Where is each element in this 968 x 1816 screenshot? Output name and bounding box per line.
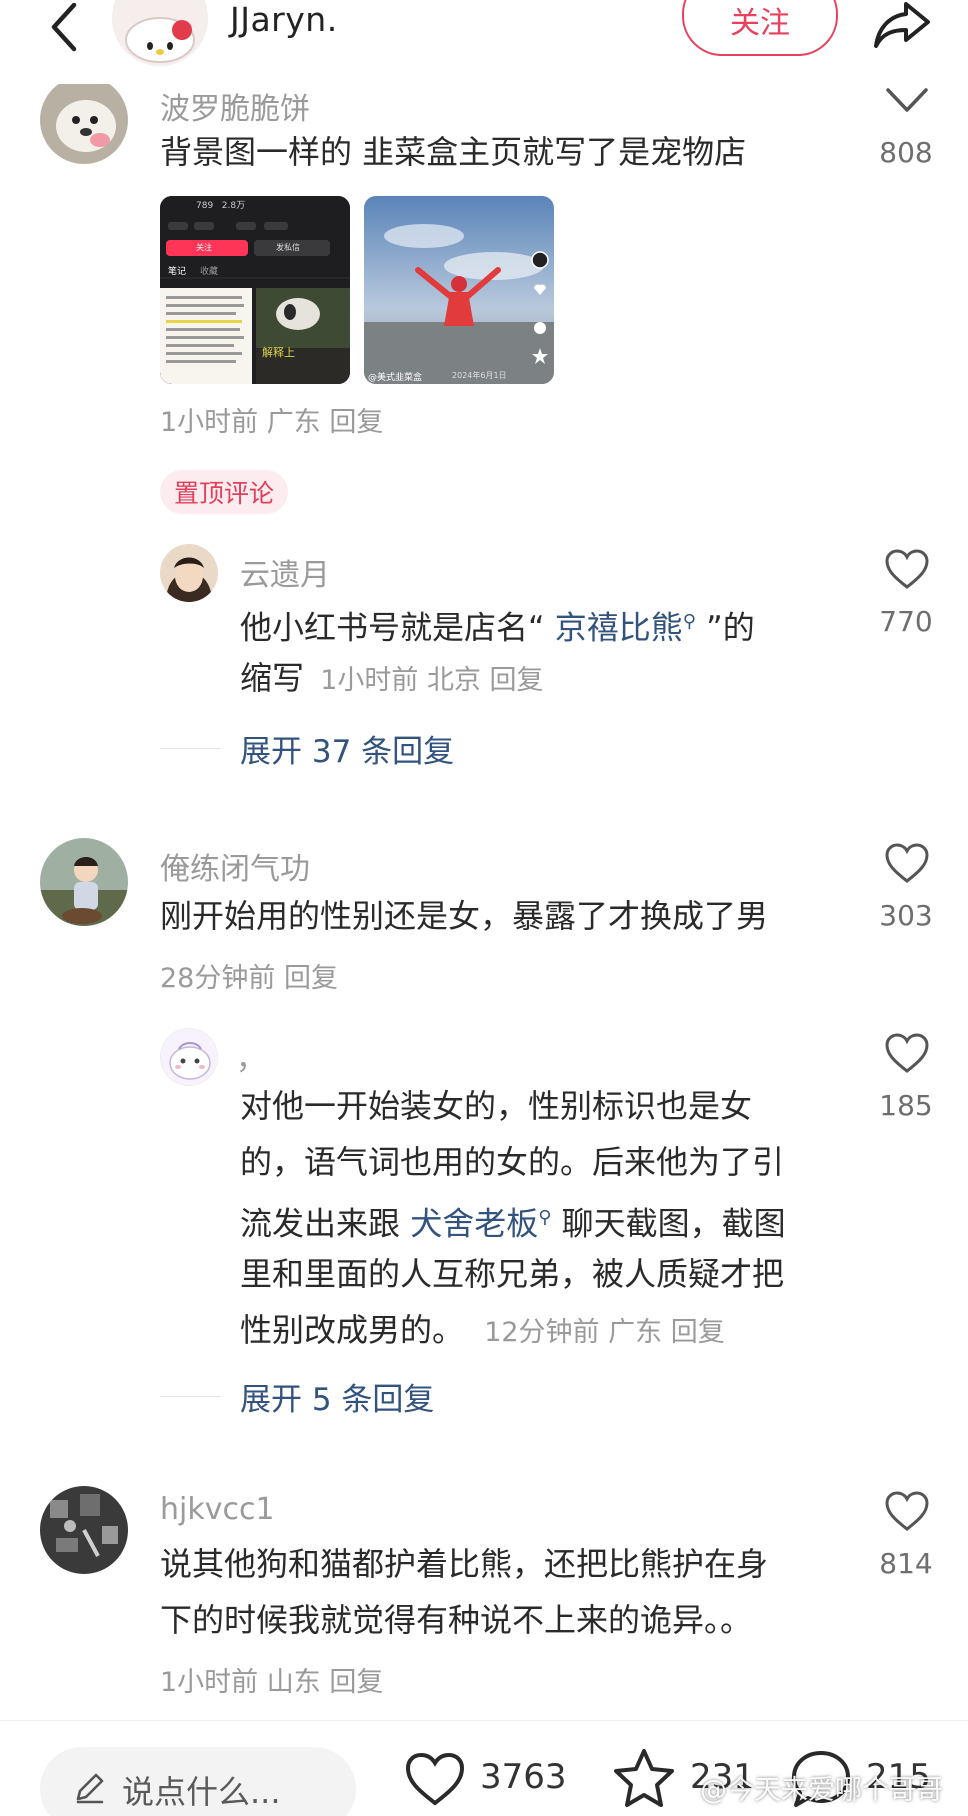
avatar[interactable]: [40, 76, 128, 164]
follow-button[interactable]: 关注: [682, 0, 838, 56]
comment-text-part: 他小红书号就是店名“: [240, 608, 555, 647]
divider: [160, 1396, 220, 1397]
search-icon: ⚲: [538, 1207, 552, 1228]
thumb-message: 发私信: [276, 243, 300, 252]
search-icon: ⚲: [682, 611, 696, 632]
thumb-tab-notes: 笔记: [168, 267, 187, 277]
comment-username[interactable]: ，: [236, 1034, 266, 1078]
avatar[interactable]: [160, 1028, 218, 1086]
expand-replies-button[interactable]: 展开 5 条回复: [240, 1374, 434, 1419]
comment-text-line4: 里和里面的人互称兄弟，被人质疑才把: [240, 1255, 785, 1293]
like-total: 3763: [480, 1757, 567, 1797]
comment-text-line3: 流发出来跟 犬舍老板⚲ 聊天截图，截图: [240, 1190, 786, 1252]
heart-icon[interactable]: [884, 548, 930, 590]
heart-icon[interactable]: [884, 1490, 930, 1532]
comment-text-part: ”的: [695, 608, 755, 647]
star-icon[interactable]: [612, 1747, 676, 1809]
back-button[interactable]: [38, 0, 88, 56]
share-icon: [874, 2, 930, 48]
video-caption: @美式韭菜盒: [368, 373, 423, 383]
share-button[interactable]: [872, 0, 932, 50]
comment-input[interactable]: 说点什么...: [40, 1747, 356, 1816]
heart-icon[interactable]: [404, 1751, 466, 1807]
avatar[interactable]: [160, 544, 218, 602]
comment-image-screenshot[interactable]: 笔记 收藏 关注 发私信 789 2.8万 解释上: [160, 196, 350, 384]
comment-username[interactable]: 波罗脆脆饼: [160, 84, 310, 128]
comment-meta[interactable]: 28分钟前 回复: [160, 956, 338, 995]
comment-text-line2: 下的时候我就觉得有种说不上来的诡异。。: [160, 1601, 753, 1639]
topic-link[interactable]: 京禧比熊: [555, 609, 683, 647]
comment-text-part: 缩写: [240, 659, 305, 697]
comment-username[interactable]: 云遗月: [240, 550, 330, 594]
author-avatar[interactable]: [112, 0, 208, 66]
pen-icon: [76, 1773, 104, 1804]
comment-text-line5: 性别改成男的。 12分钟前 广东 回复: [240, 1302, 725, 1361]
like-count: 808: [879, 136, 933, 169]
watermark: @今天来爱哪个哥哥: [700, 1775, 943, 1806]
comment-text-line2: 缩写 1小时前 北京 回复: [240, 650, 544, 709]
comment-input-placeholder: 说点什么...: [122, 1773, 281, 1811]
comment-text: 他小红书号就是店名“ 京禧比熊⚲ ”的: [240, 594, 755, 656]
comment-image-video[interactable]: @美式韭菜盒 2024年6月1日: [364, 196, 554, 384]
comment-meta[interactable]: 1小时前 广东 回复: [160, 400, 383, 439]
video-date: 2024年6月1日: [452, 371, 507, 380]
comment-text-line1: 对他一开始装女的，性别标识也是女: [240, 1087, 753, 1125]
expand-replies-button[interactable]: 展开 37 条回复: [240, 726, 454, 771]
comment-meta[interactable]: 1小时前 山东 回复: [160, 1660, 383, 1699]
avatar[interactable]: [40, 838, 128, 926]
heart-icon[interactable]: [884, 80, 930, 122]
comment-text-line2: 的，语气词也用的女的。后来他为了引: [240, 1143, 785, 1181]
comment-meta[interactable]: 12分钟前 广东 回复: [484, 1317, 725, 1348]
avatar[interactable]: [40, 1486, 128, 1574]
heart-icon[interactable]: [884, 842, 930, 884]
thumb-caption: 解释上: [262, 346, 295, 359]
heart-icon[interactable]: [884, 1032, 930, 1074]
back-arrow-icon: [51, 3, 77, 52]
pinned-tag: 置顶评论: [160, 470, 288, 514]
comment-text: 背景图一样的 韭菜盒主页就写了是宠物店: [160, 133, 747, 171]
top-header: JJaryn. 关注: [0, 0, 968, 84]
comment-text-line1: 说其他狗和猫都护着比熊，还把比熊护在身: [160, 1545, 769, 1583]
comment-text: 刚开始用的性别还是女，暴露了才换成了男: [160, 897, 769, 935]
comment-text-part: 性别改成男的。: [240, 1311, 465, 1349]
like-count: 185: [879, 1089, 933, 1122]
like-count: 814: [879, 1547, 933, 1580]
divider: [160, 748, 220, 749]
thumb-follow: 关注: [196, 243, 212, 252]
topic-link[interactable]: 犬舍老板: [410, 1205, 538, 1243]
comment-text-part: 流发出来跟: [240, 1204, 411, 1243]
comment-text-part: 聊天截图，截图: [551, 1204, 786, 1243]
comment-meta[interactable]: 1小时前 北京 回复: [320, 665, 543, 696]
like-count: 303: [879, 899, 933, 932]
author-name[interactable]: JJaryn.: [230, 0, 338, 39]
comment-username[interactable]: hjkvcc1: [160, 1492, 275, 1527]
like-count: 770: [879, 605, 933, 638]
comment-username[interactable]: 俺练闭气功: [160, 844, 310, 888]
thumb-stats: 789 2.8万: [196, 201, 246, 211]
thumb-tab-collects: 收藏: [200, 267, 219, 277]
